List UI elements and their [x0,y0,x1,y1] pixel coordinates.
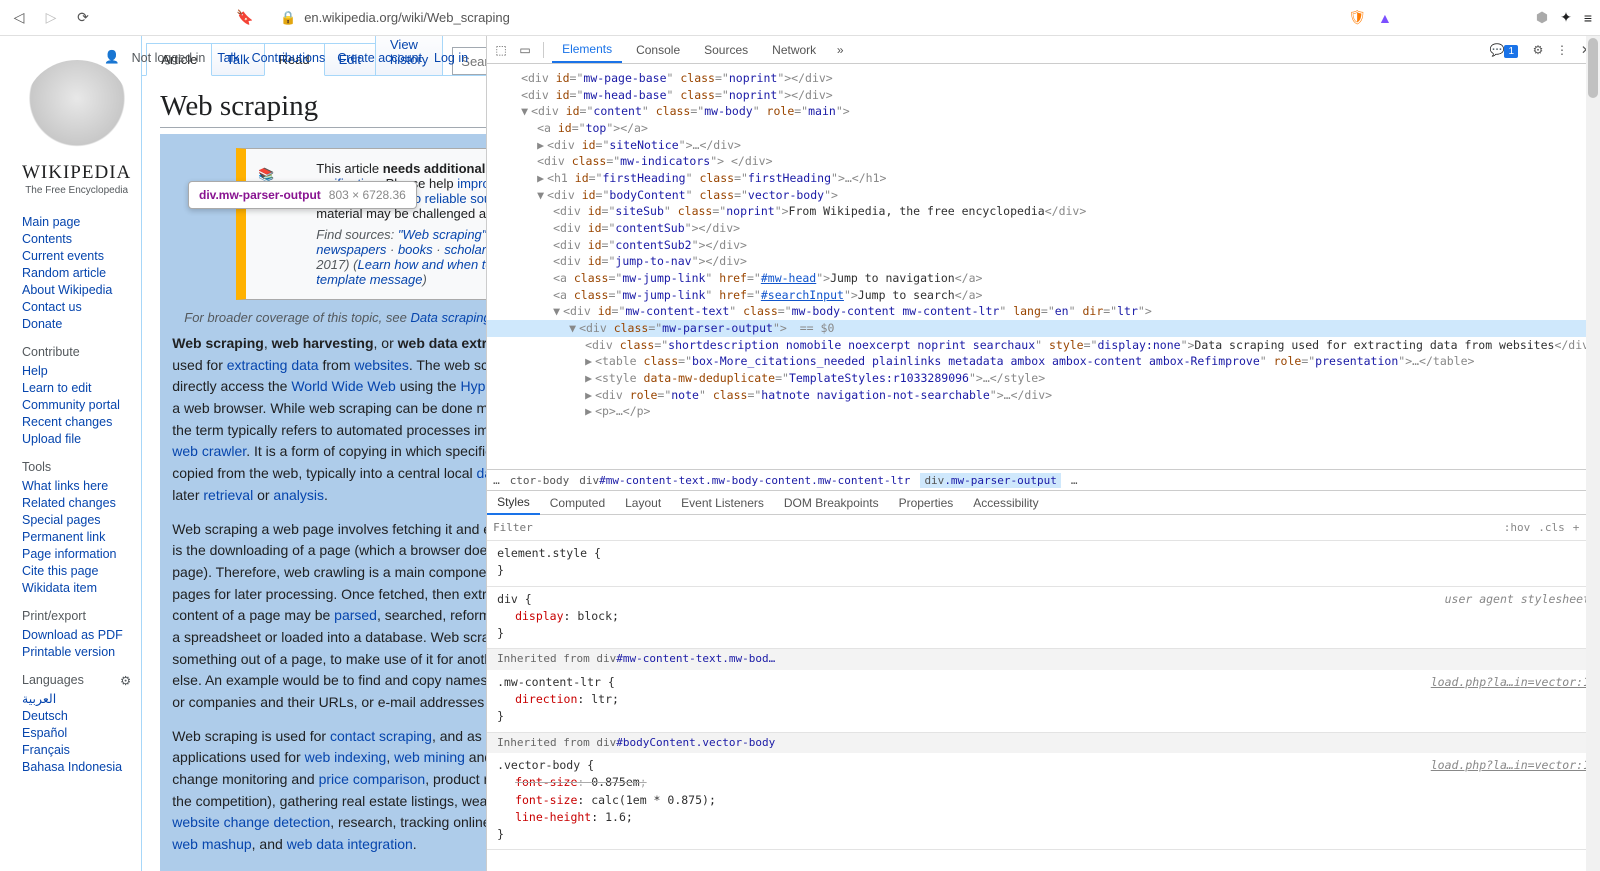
logo-subtitle: The Free Encyclopedia [22,185,131,196]
device-toolbar-icon[interactable]: ▭ [515,43,535,57]
styles-tab[interactable]: DOM Breakpoints [774,492,889,514]
element-inspector-tooltip: div.mw-parser-output803 × 6728.36 [188,181,417,209]
page-title: Web scraping [160,76,486,128]
paragraph: Web scraping a web page involves fetchin… [172,519,486,714]
devtools: ⬚ ▭ Elements Console Sources Network » 💬… [486,36,1600,871]
bookmark-icon[interactable]: 🔖 [234,7,256,29]
usertalk-link[interactable]: Talk [217,51,239,65]
sidebar-item[interactable]: Community portal [22,398,120,412]
gear-icon[interactable]: ⚙ [1528,43,1548,57]
styles-tab[interactable]: Properties [889,492,964,514]
sidebar-item[interactable]: Español [22,726,67,740]
wikipedia-logo[interactable]: WIKIPEDIA The Free Encyclopedia [22,60,131,196]
styles-tab[interactable]: Styles [487,491,540,515]
sidebar-item[interactable]: Donate [22,317,62,331]
hatnote: For broader coverage of this topic, see … [184,310,486,325]
styles-filter-input[interactable] [493,521,1496,534]
extensions-icon[interactable]: ✦ [1560,9,1572,26]
mw-parser-output: 📚 This article needs additional citation… [160,134,486,871]
sidebar-heading: Languages ⚙ [22,673,131,687]
create-account-link[interactable]: Create account [337,51,422,65]
wikipedia-globe-icon [25,60,129,156]
back-button[interactable]: ◁ [8,7,30,29]
forward-button[interactable]: ▷ [40,7,62,29]
styles-tab[interactable]: Computed [540,492,615,514]
devtools-tab-elements[interactable]: Elements [552,37,622,63]
sidebar-item[interactable]: Random article [22,266,106,280]
kebab-icon[interactable]: ⋮ [1552,43,1572,57]
elements-tree[interactable]: <div id="mw-page-base" class="noprint"><… [487,64,1600,469]
add-rule-icon[interactable]: + [1573,521,1580,534]
sidebar-heading: Tools [22,460,131,474]
inspect-element-icon[interactable]: ⬚ [491,43,511,57]
styles-tab[interactable]: Accessibility [963,492,1048,514]
sidebar-item[interactable]: Français [22,743,70,757]
sidebar-item[interactable]: Main page [22,215,80,229]
gear-icon[interactable]: ⚙ [120,673,131,688]
address-bar[interactable]: 🔒 en.wikipedia.org/wiki/Web_scraping [272,8,1332,28]
sidebar-main-list: Main page Contents Current events Random… [22,214,131,331]
devtools-tab-network[interactable]: Network [762,38,826,62]
sidebar-item[interactable]: What links here [22,479,108,493]
more-tabs-icon[interactable]: » [830,43,850,57]
sidebar-item[interactable]: Contents [22,232,72,246]
sidebar-item[interactable]: Special pages [22,513,101,527]
styles-tab[interactable]: Layout [615,492,671,514]
styles-pane[interactable]: element.style { } div {user agent styles… [487,541,1600,871]
sidebar-item[interactable]: Wikidata item [22,581,97,595]
paragraph: Web scraping is used for contact scrapin… [172,726,486,856]
selected-dom-node[interactable]: ▼<div class="mw-parser-output"> == $0 [487,320,1600,337]
sidebar-heading: Contribute [22,345,131,359]
sidebar-item[interactable]: Permanent link [22,530,105,544]
sidebar-item[interactable]: Current events [22,249,104,263]
citation-needed-box: 📚 This article needs additional citation… [236,148,486,300]
devtools-tabs: ⬚ ▭ Elements Console Sources Network » 💬… [487,36,1600,64]
sidebar-item[interactable]: العربية [22,692,56,706]
styles-filter-row: :hov .cls + ▭ [487,515,1600,541]
sidebar-item[interactable]: About Wikipedia [22,283,112,297]
user-icon: 👤 [104,50,120,65]
breadcrumb[interactable]: … ctor-body div#mw-content-text.mw-body-… [487,469,1600,491]
sidebar: WIKIPEDIA The Free Encyclopedia Main pag… [0,36,141,871]
reload-button[interactable]: ⟳ [72,7,94,29]
cls-toggle[interactable]: .cls [1538,521,1565,534]
sidebar-item[interactable]: Recent changes [22,415,112,429]
tracking-icon[interactable]: ⬢ [1536,9,1548,26]
content-area: Article Talk Read Edit View history 🔍 We… [141,36,486,871]
lock-icon: 🔒 [280,10,296,26]
brave-rewards-icon[interactable]: ▲ [1378,10,1392,26]
sidebar-item[interactable]: Related changes [22,496,116,510]
issues-badge[interactable]: 💬1 [1489,43,1524,57]
sidebar-heading: Print/export [22,609,131,623]
sidebar-item[interactable]: Deutsch [22,709,68,723]
styles-tab[interactable]: Event Listeners [671,492,774,514]
sidebar-item[interactable]: Contact us [22,300,82,314]
login-link[interactable]: Log in [434,51,468,65]
devtools-tab-console[interactable]: Console [626,38,690,62]
sidebar-item[interactable]: Upload file [22,432,81,446]
sidebar-item[interactable]: Learn to edit [22,381,92,395]
devtools-tab-sources[interactable]: Sources [694,38,758,62]
sidebar-item[interactable]: Page information [22,547,117,561]
paragraph: Web scraping, web harvesting, or web dat… [172,333,486,507]
sidebar-item[interactable]: Help [22,364,48,378]
url-text: en.wikipedia.org/wiki/Web_scraping [304,10,510,25]
brave-shield-icon[interactable]: 🛡 [1348,9,1366,26]
sidebar-item[interactable]: Bahasa Indonesia [22,760,122,774]
menu-icon[interactable]: ≡ [1584,10,1592,26]
sidebar-item[interactable]: Download as PDF [22,628,123,642]
personal-tools: 👤 Not logged in Talk Contributions Creat… [104,50,468,65]
styles-tabs: Styles Computed Layout Event Listeners D… [487,491,1600,515]
browser-toolbar: ◁ ▷ ⟳ 🔖 🔒 en.wikipedia.org/wiki/Web_scra… [0,0,1600,36]
scrollbar-track[interactable] [1586,36,1600,871]
sidebar-item[interactable]: Cite this page [22,564,98,578]
sidebar-item[interactable]: Printable version [22,645,115,659]
contribs-link[interactable]: Contributions [252,51,326,65]
not-logged-in-label: Not logged in [132,51,206,65]
page-viewport: 👤 Not logged in Talk Contributions Creat… [0,36,486,871]
scrollbar-thumb[interactable] [1588,38,1598,98]
logo-title: WIKIPEDIA [22,162,131,184]
hov-toggle[interactable]: :hov [1504,521,1531,534]
